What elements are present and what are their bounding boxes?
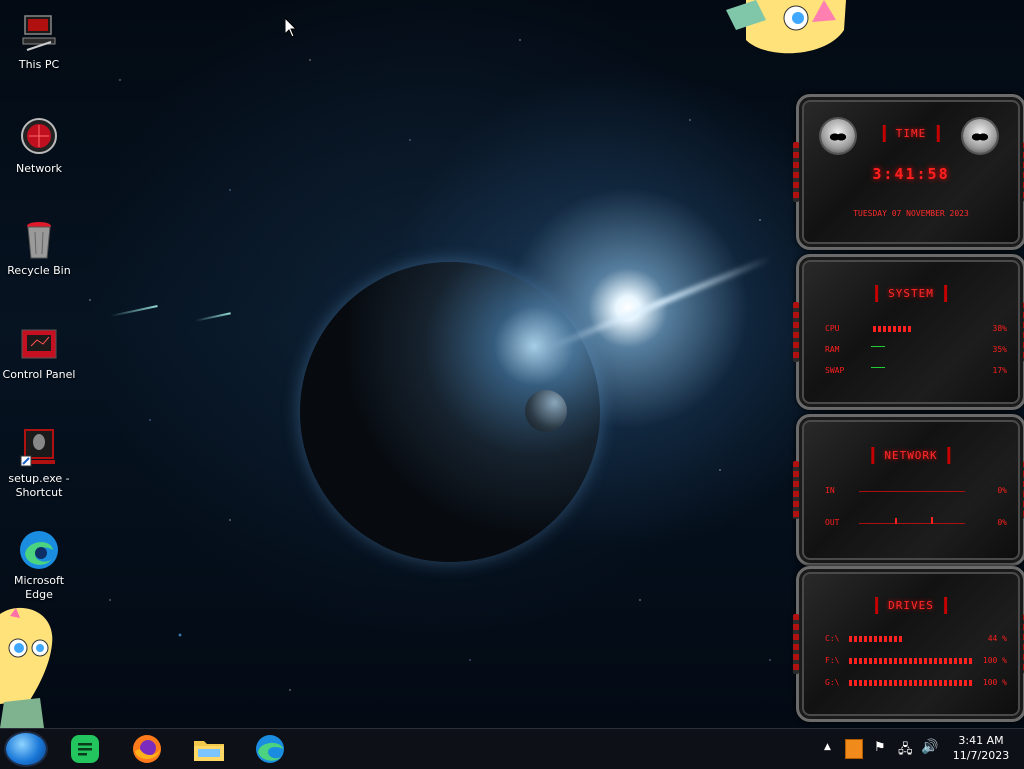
network-out-spike (931, 517, 933, 524)
drive-g-value: 100 % (982, 678, 1007, 687)
drive-g-row: G:\ 100 % (825, 677, 1007, 689)
swap-value: 17% (992, 366, 1007, 375)
volume-icon[interactable]: 🔊 (921, 739, 938, 755)
taskbar-time: 3:41 AM (958, 734, 1004, 747)
system-tray: ▲ ⚑ 🖧 🔊 (820, 729, 940, 769)
network-icon (17, 116, 61, 160)
taskbar: ▲ ⚑ 🖧 🔊 3:41 AM 11/7/2023 (0, 728, 1024, 769)
network-in-label: IN (825, 486, 835, 495)
ram-row: RAM 35% (825, 344, 1007, 356)
drive-f-label: F:\ (825, 656, 840, 665)
desktop-icon-label: Microsoft Edge (13, 574, 65, 601)
desktop-icon-network[interactable]: Network (1, 116, 77, 176)
drive-f-value: 100 % (982, 656, 1007, 665)
network-in-row: IN 0% (825, 485, 1007, 497)
cartoon-sticker-top (726, 0, 848, 60)
taskbar-app-firefox[interactable] (130, 733, 164, 765)
show-hidden-icons-chevron-icon[interactable]: ▲ (824, 742, 831, 752)
edge-icon (17, 528, 61, 572)
cartoon-sticker-left (0, 604, 56, 728)
ram-value: 35% (992, 345, 1007, 354)
date-readout: Tuesday 07 November 2023 (853, 209, 969, 218)
cpu-label: CPU (825, 324, 840, 333)
recycle-bin-icon (17, 218, 61, 262)
ram-label: RAM (825, 345, 840, 354)
taskbar-clock[interactable]: 3:41 AM 11/7/2023 (948, 733, 1014, 763)
alien-head-icon (963, 119, 997, 153)
setup-shortcut-icon (17, 426, 61, 470)
edge-icon (256, 735, 284, 763)
network-out-row: OUT 0% (825, 517, 1007, 529)
swap-label: SWAP (825, 366, 845, 375)
widget-title: Time (882, 125, 940, 142)
drive-g-bar (849, 680, 973, 686)
swap-row: SWAP 17% (825, 365, 1007, 377)
taskbar-app-edge[interactable] (253, 733, 287, 765)
desktop-icon-label: setup.exe - Shortcut (8, 472, 70, 499)
desktop-icon-label: This PC (18, 58, 60, 71)
desktop-icon-setup-shortcut[interactable]: setup.exe - Shortcut (1, 426, 77, 500)
drive-c-value: 44 % (987, 634, 1007, 643)
network-out-label: OUT (825, 518, 840, 527)
cpu-row: CPU 38% (825, 323, 1007, 335)
widget-title: System (875, 285, 947, 302)
desktop-icon-microsoft-edge[interactable]: Microsoft Edge (1, 528, 77, 602)
time-widget[interactable]: Time 3:41:58 Tuesday 07 November 2023 (793, 94, 1024, 250)
drive-g-label: G:\ (825, 678, 840, 687)
desktop-icon-label: Network (16, 162, 62, 175)
cpu-bar (873, 326, 911, 332)
taskbar-app-notes[interactable] (68, 733, 102, 765)
network-out-spike (895, 518, 897, 524)
drive-c-row: C:\ 44 % (825, 633, 1007, 645)
alien-head-icon (821, 119, 855, 153)
moon-wallpaper (525, 390, 567, 432)
network-widget[interactable]: Network IN 0% OUT 0% (793, 414, 1024, 566)
clock-readout: 3:41:58 (872, 165, 950, 183)
desktop-icon-label: Recycle Bin (7, 264, 71, 277)
network-out-value: 0% (997, 518, 1007, 527)
desktop-icon-label: Control Panel (2, 368, 76, 381)
network-tray-icon[interactable]: 🖧 (898, 740, 913, 762)
drive-c-bar (849, 636, 904, 642)
desktop-icon-recycle-bin[interactable]: Recycle Bin (1, 218, 77, 278)
network-out-graph (859, 523, 965, 524)
taskbar-date: 11/7/2023 (952, 749, 1010, 762)
desktop-icon-control-panel[interactable]: Control Panel (1, 322, 77, 382)
network-in-value: 0% (997, 486, 1007, 495)
network-in-graph (859, 491, 965, 492)
drive-f-bar (849, 658, 973, 664)
widget-title: Drives (875, 597, 947, 614)
folder-icon (194, 741, 224, 761)
desktop[interactable]: This PC Network Recycle Bin Control Pane… (0, 0, 1024, 728)
drive-c-label: C:\ (825, 634, 840, 643)
notes-icon (71, 735, 99, 763)
taskbar-app-file-explorer[interactable] (192, 733, 226, 765)
flag-icon[interactable]: ⚑ (874, 740, 886, 755)
desktop-icon-this-pc[interactable]: This PC (1, 12, 77, 72)
widget-title: Network (871, 447, 951, 464)
swap-indicator (871, 367, 885, 368)
drive-f-row: F:\ 100 % (825, 655, 1007, 667)
system-widget[interactable]: System CPU 38% RAM 35% SWAP 17% (793, 254, 1024, 410)
computer-icon (17, 12, 61, 56)
mouse-cursor (284, 16, 298, 42)
start-button[interactable] (6, 733, 46, 765)
tray-app-icon[interactable] (845, 739, 863, 759)
cpu-value: 38% (992, 324, 1007, 333)
firefox-icon (133, 735, 161, 763)
drives-widget[interactable]: Drives C:\ 44 % F:\ 100 % G:\ 100 % (793, 566, 1024, 722)
ram-indicator (871, 346, 885, 347)
control-panel-icon (17, 322, 61, 366)
